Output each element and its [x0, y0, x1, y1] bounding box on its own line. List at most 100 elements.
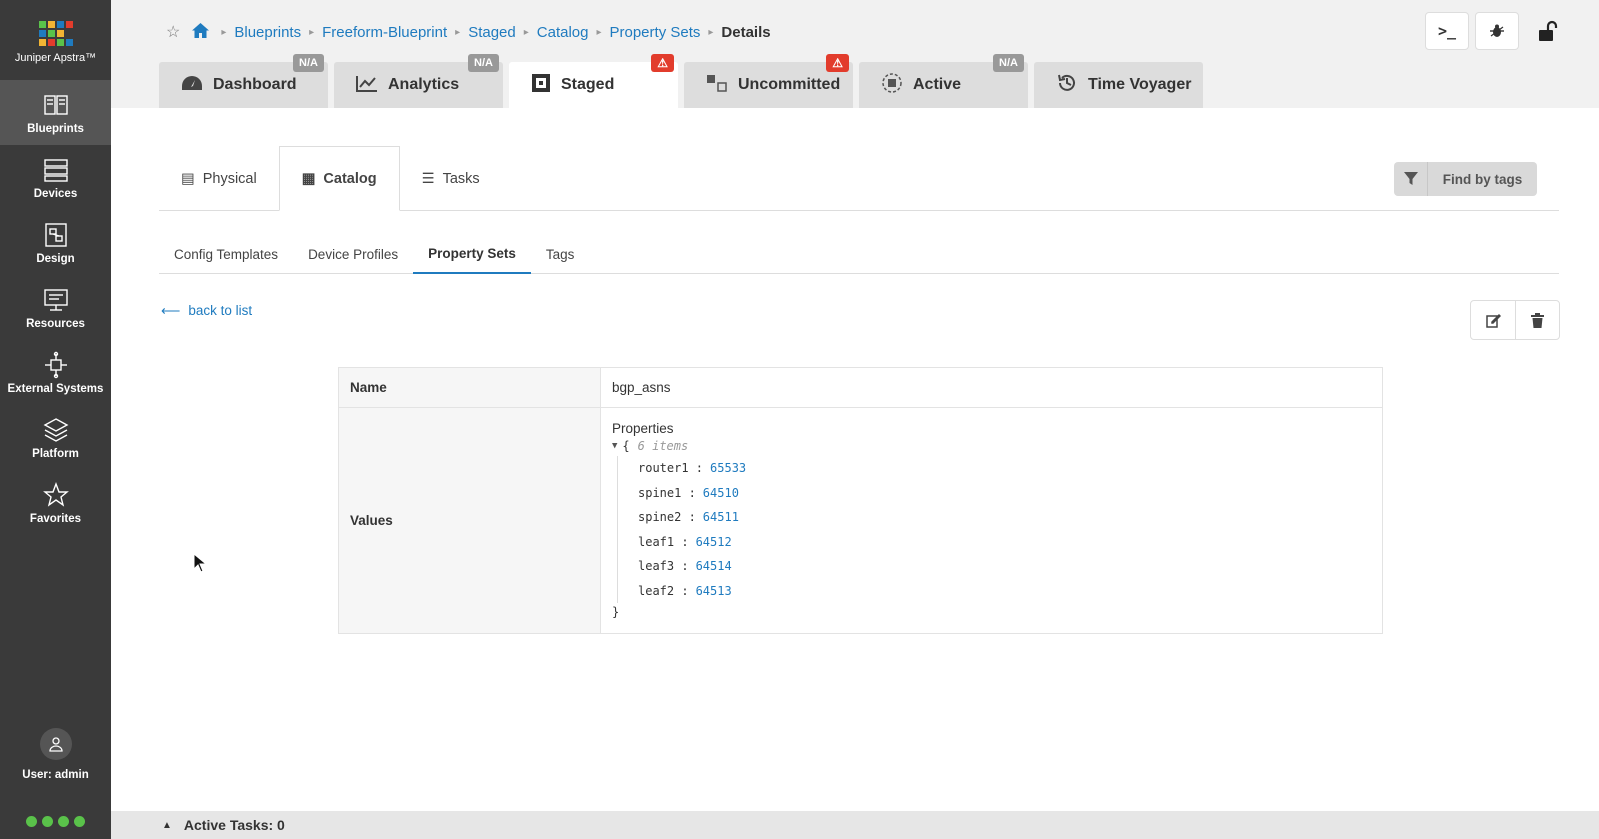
- json-close-brace: }: [612, 605, 620, 619]
- json-key: leaf2 :: [638, 583, 689, 598]
- sidebar-item-platform[interactable]: Platform: [0, 405, 111, 470]
- tab-dashboard[interactable]: Dashboard N/A: [159, 54, 328, 108]
- unlock-icon: [1539, 20, 1558, 41]
- tab-analytics[interactable]: Analytics N/A: [334, 54, 503, 108]
- sidebar-item-external-systems[interactable]: External Systems: [0, 340, 111, 405]
- sidebar-item-resources[interactable]: Resources: [0, 275, 111, 340]
- app-name: Juniper Apstra™: [14, 51, 97, 64]
- lock-button[interactable]: [1525, 12, 1569, 50]
- tab-active[interactable]: Active N/A: [859, 54, 1028, 108]
- breadcrumb-staged[interactable]: Staged: [468, 24, 516, 41]
- tab-uncommitted[interactable]: Uncommitted ⚠: [684, 54, 853, 108]
- breadcrumb-freeform-blueprint[interactable]: Freeform-Blueprint: [322, 24, 447, 41]
- breadcrumb-blueprints[interactable]: Blueprints: [234, 24, 301, 41]
- active-tasks-label: Active Tasks: 0: [183, 817, 285, 833]
- breadcrumb-catalog[interactable]: Catalog: [537, 24, 589, 41]
- blueprints-icon: [43, 94, 68, 115]
- values-label: Values: [339, 408, 601, 633]
- subtab-physical[interactable]: ▤ Physical: [159, 146, 279, 211]
- design-icon: [44, 222, 67, 247]
- subtab-label: Catalog: [323, 170, 377, 187]
- mouse-cursor-icon: [193, 553, 207, 573]
- json-item: leaf2 : 64513: [638, 579, 1371, 604]
- json-value: 64512: [695, 534, 732, 549]
- user-label: User: admin: [22, 769, 89, 781]
- tab-staged[interactable]: Staged ⚠: [509, 54, 678, 108]
- home-icon[interactable]: [192, 22, 210, 42]
- json-item: spine1 : 64510: [638, 481, 1371, 506]
- name-row: Name bgp_asns: [339, 368, 1382, 408]
- arrow-left-icon: ⟵: [161, 303, 181, 318]
- json-item: router1 : 65533: [638, 456, 1371, 481]
- staged-icon: [531, 73, 551, 98]
- json-key: leaf1 :: [638, 534, 689, 549]
- json-value: 64513: [695, 583, 732, 598]
- sidebar-item-label: Devices: [33, 187, 78, 200]
- catnav-tags[interactable]: Tags: [531, 234, 590, 274]
- tab-label: Analytics: [388, 76, 460, 93]
- tab-label: Active: [913, 76, 962, 93]
- active-tasks-bar[interactable]: ▲ Active Tasks: 0: [111, 811, 1599, 839]
- sidebar: Juniper Apstra™ Blueprints Devices Desig…: [0, 0, 111, 839]
- status-dots[interactable]: [26, 816, 85, 827]
- json-key: router1 :: [638, 461, 704, 476]
- breadcrumb-current: Details: [721, 23, 771, 41]
- sidebar-item-label: Favorites: [29, 512, 82, 525]
- user-menu[interactable]: User: admin: [0, 728, 111, 781]
- sidebar-item-favorites[interactable]: Favorites: [0, 470, 111, 535]
- json-key: leaf3 :: [638, 559, 689, 574]
- json-key: spine2 :: [638, 510, 696, 525]
- json-open-brace: {: [622, 439, 630, 453]
- sidebar-item-label: Platform: [32, 447, 79, 460]
- catnav-config-templates[interactable]: Config Templates: [159, 234, 293, 274]
- filter-icon: [1394, 162, 1428, 196]
- property-set-detail: Name bgp_asns Values Properties ▼ { 6 it…: [338, 367, 1383, 634]
- star-icon: [42, 481, 69, 507]
- tab-label: Time Voyager: [1088, 76, 1192, 93]
- delete-button[interactable]: [1515, 301, 1559, 339]
- json-item-count: 6 items: [637, 439, 689, 453]
- catnav-device-profiles[interactable]: Device Profiles: [293, 234, 413, 274]
- warning-badge: ⚠: [826, 54, 849, 72]
- subtab-label: Tasks: [442, 170, 480, 187]
- sidebar-item-devices[interactable]: Devices: [0, 145, 111, 210]
- bug-button[interactable]: [1475, 12, 1519, 50]
- history-icon: [1056, 72, 1078, 99]
- subtab-label: Physical: [202, 170, 257, 187]
- na-badge: N/A: [293, 54, 324, 72]
- tab-time-voyager[interactable]: Time Voyager: [1034, 62, 1203, 108]
- catnav-property-sets[interactable]: Property Sets: [413, 234, 531, 274]
- subtab-catalog[interactable]: ▦ Catalog: [278, 146, 400, 211]
- json-item: leaf1 : 64512: [638, 530, 1371, 555]
- subtab-tasks[interactable]: ☰ Tasks: [400, 146, 502, 211]
- json-viewer: ▼ { 6 items router1 : 65533 spine1 : 64510…: [612, 439, 1371, 619]
- top-bar: ☆ ▸ Blueprints ▸ Freeform-Blueprint ▸ St…: [111, 0, 1599, 108]
- edit-icon: [1485, 313, 1501, 328]
- find-by-tags-label: Find by tags: [1442, 171, 1523, 187]
- section-tabs: ▤ Physical ▦ Catalog ☰ Tasks: [159, 146, 1559, 211]
- user-icon: [39, 728, 72, 760]
- tab-label: Dashboard: [213, 76, 297, 93]
- catalog-icon: ▦: [301, 170, 316, 187]
- devices-icon: [43, 158, 68, 182]
- json-item: leaf3 : 64514: [638, 554, 1371, 579]
- analytics-icon: [356, 74, 378, 97]
- back-to-list-link[interactable]: ⟵ back to list: [161, 303, 252, 319]
- name-label: Name: [339, 368, 601, 407]
- sidebar-item-design[interactable]: Design: [0, 210, 111, 275]
- edit-button[interactable]: [1471, 301, 1515, 339]
- find-by-tags-button[interactable]: Find by tags: [1394, 162, 1537, 196]
- app-logo[interactable]: Juniper Apstra™: [0, 0, 111, 80]
- collapse-caret-icon[interactable]: ▼: [612, 441, 617, 451]
- resources-icon: [43, 288, 68, 311]
- properties-label: Properties: [612, 421, 674, 436]
- json-value: 64510: [702, 485, 739, 500]
- top-actions: >_: [1425, 12, 1569, 50]
- breadcrumb-property-sets[interactable]: Property Sets: [610, 24, 701, 41]
- trash-icon: [1531, 312, 1544, 328]
- terminal-button[interactable]: >_: [1425, 12, 1469, 50]
- favorite-star-icon[interactable]: ☆: [166, 22, 180, 42]
- sidebar-item-blueprints[interactable]: Blueprints: [0, 80, 111, 145]
- sidebar-item-label: Blueprints: [27, 122, 84, 135]
- name-value: bgp_asns: [612, 380, 671, 395]
